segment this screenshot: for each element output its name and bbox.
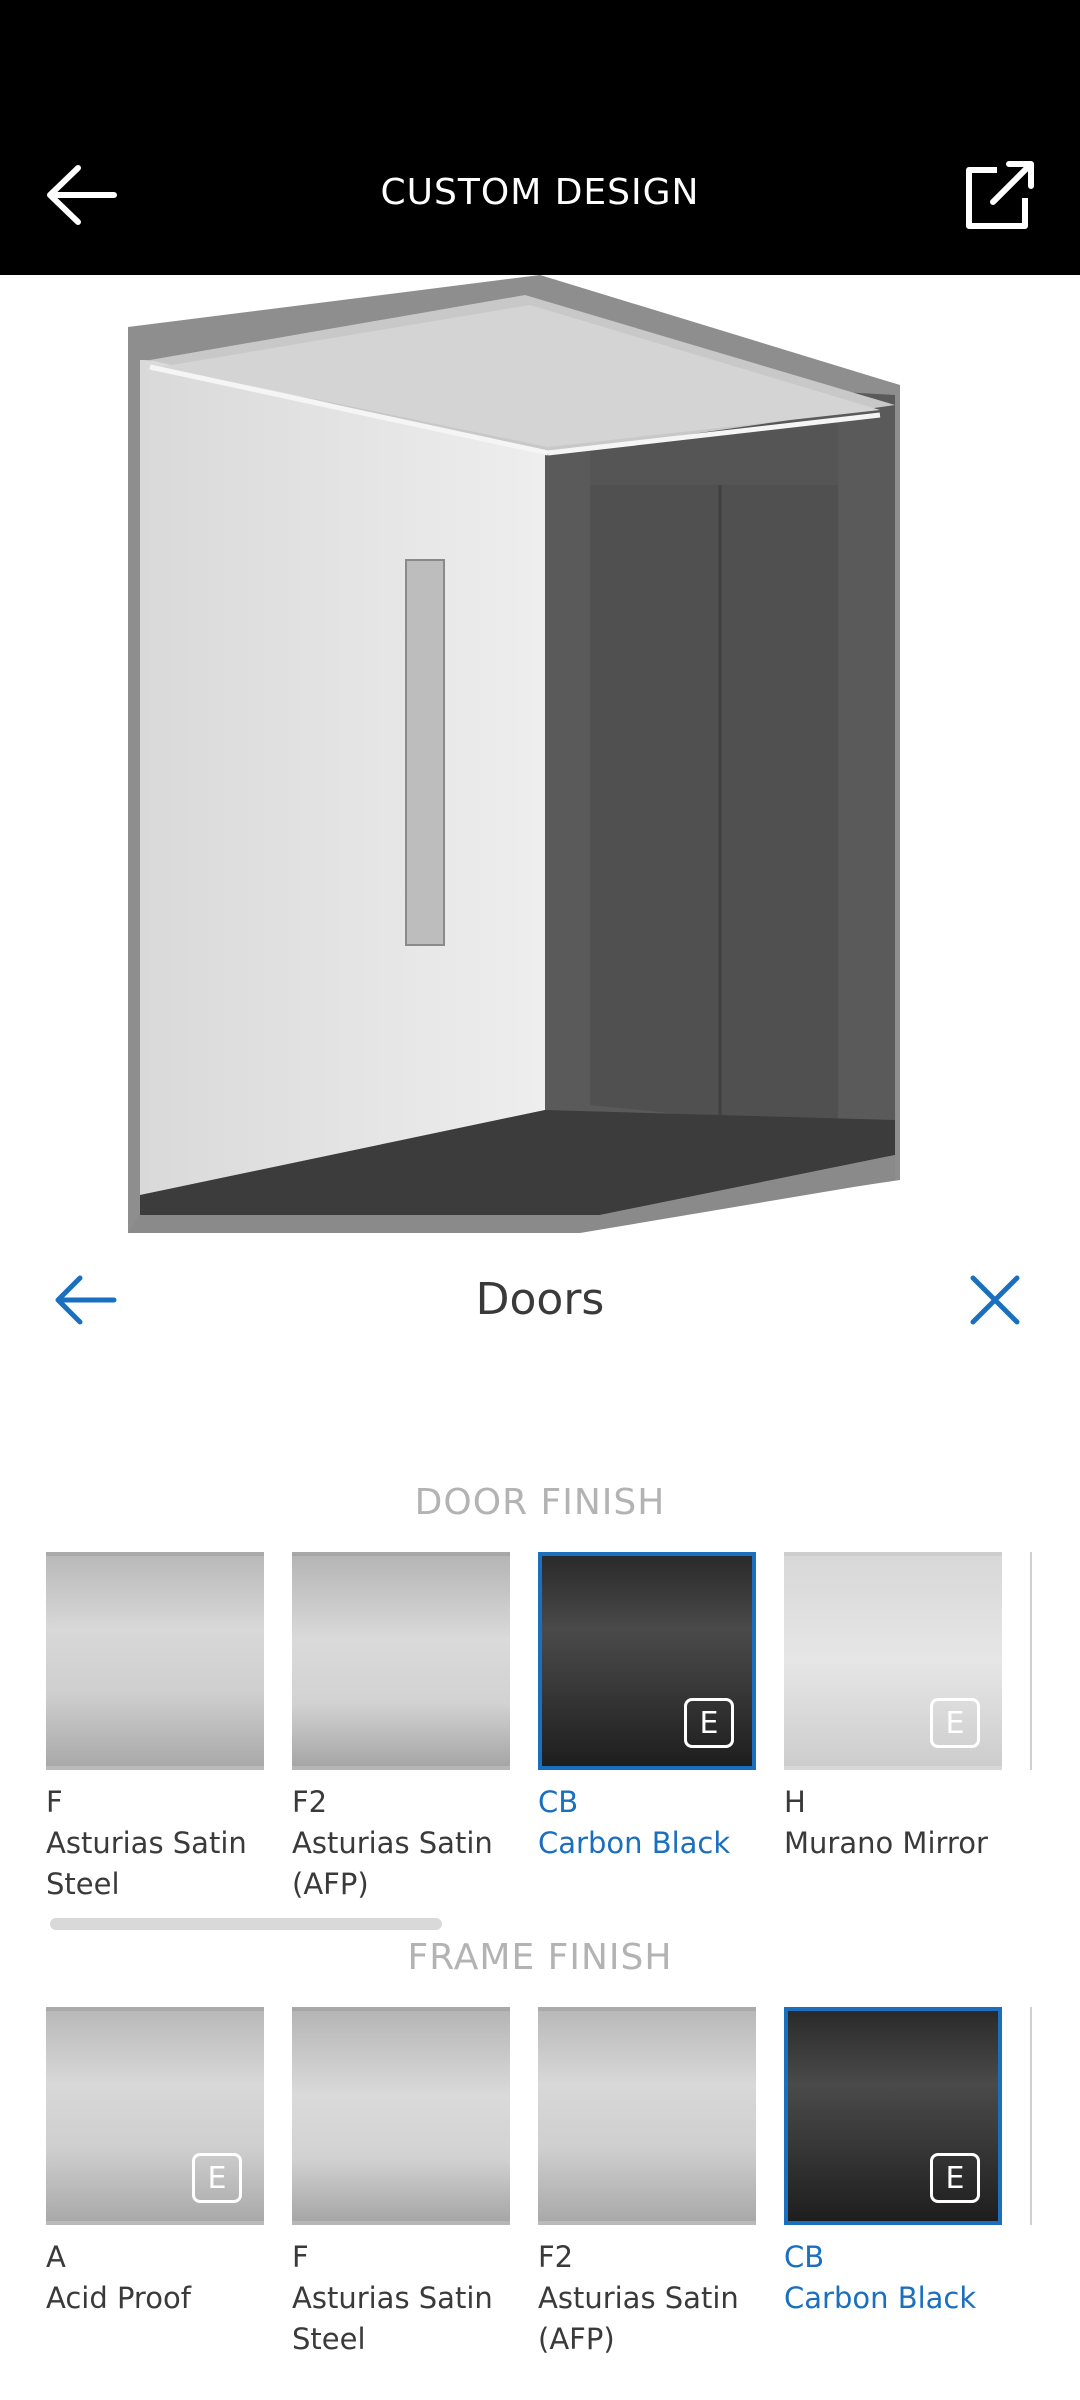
next-swatch-peek[interactable] [1030, 2007, 1040, 2225]
finish-thumbnail [292, 2007, 510, 2225]
finish-name: Asturias Satin (AFP) [538, 2281, 739, 2356]
finish-code: H [784, 1785, 806, 1819]
finish-swatch[interactable]: F Asturias Satin Steel [46, 1552, 264, 1905]
horizontal-scrollbar[interactable] [50, 1918, 442, 1930]
elevator-preview [0, 275, 1080, 1235]
finish-thumbnail [538, 2007, 756, 2225]
finish-code: A [46, 2240, 66, 2274]
door-finish-heading: DOOR FINISH [414, 1482, 666, 1523]
finish-name: Asturias Satin Steel [292, 2281, 493, 2356]
close-button[interactable] [950, 1260, 1040, 1340]
page-title: CUSTOM DESIGN [380, 172, 700, 213]
finish-code: F2 [292, 1785, 328, 1819]
e-badge-icon: E [684, 1698, 734, 1748]
finish-code: CB [784, 2240, 825, 2274]
finish-name: Murano Mirror [784, 1826, 988, 1860]
finish-swatch[interactable]: E CB Carbon Black [538, 1552, 756, 1864]
open-external-icon [966, 161, 1034, 229]
finish-thumbnail [46, 1552, 264, 1770]
e-badge-icon: E [930, 2153, 980, 2203]
finish-swatch[interactable]: E A Acid Proof [46, 2007, 264, 2319]
finish-name: Carbon Black [538, 1826, 731, 1860]
finish-swatch[interactable]: E CB Carbon Black [784, 2007, 1002, 2319]
panel-title: Doors [475, 1274, 605, 1325]
finish-swatch[interactable]: E H Murano Mirror [784, 1552, 1002, 1864]
elevator-car-illustration [128, 275, 900, 1233]
close-icon [970, 1275, 1020, 1325]
frame-finish-heading: FRAME FINISH [407, 1937, 673, 1978]
finish-code: F [292, 2240, 309, 2274]
finish-name: Carbon Black [784, 2281, 977, 2315]
top-app-bar: CUSTOM DESIGN [0, 0, 1080, 275]
finish-code: F2 [538, 2240, 574, 2274]
finish-swatch[interactable]: F Asturias Satin Steel [292, 2007, 510, 2360]
share-button[interactable] [960, 155, 1040, 235]
finish-name: Asturias Satin Steel [46, 1826, 247, 1901]
finish-swatch[interactable]: F2 Asturias Satin (AFP) [292, 1552, 510, 1905]
e-badge-icon: E [930, 1698, 980, 1748]
e-badge-icon: E [192, 2153, 242, 2203]
finish-thumbnail [292, 1552, 510, 1770]
door-finish-carousel[interactable]: F Asturias Satin Steel F2 Asturias Satin (A… [46, 1552, 1080, 1932]
panel-header: Doors [0, 1250, 1080, 1350]
finish-thumbnail: E [784, 1552, 1002, 1770]
frame-finish-carousel[interactable]: E A Acid Proof F Asturias Satin Steel F2 Astur… [46, 2007, 1080, 2387]
next-swatch-peek[interactable] [1030, 1552, 1040, 1770]
finish-name: Acid Proof [46, 2281, 191, 2315]
finish-thumbnail: E [784, 2007, 1002, 2225]
finish-thumbnail: E [538, 1552, 756, 1770]
finish-thumbnail: E [46, 2007, 264, 2225]
finish-name: Asturias Satin (AFP) [292, 1826, 493, 1901]
finish-code: CB [538, 1785, 579, 1819]
finish-code: F [46, 1785, 63, 1819]
finish-swatch[interactable]: F2 Asturias Satin (AFP) [538, 2007, 756, 2360]
